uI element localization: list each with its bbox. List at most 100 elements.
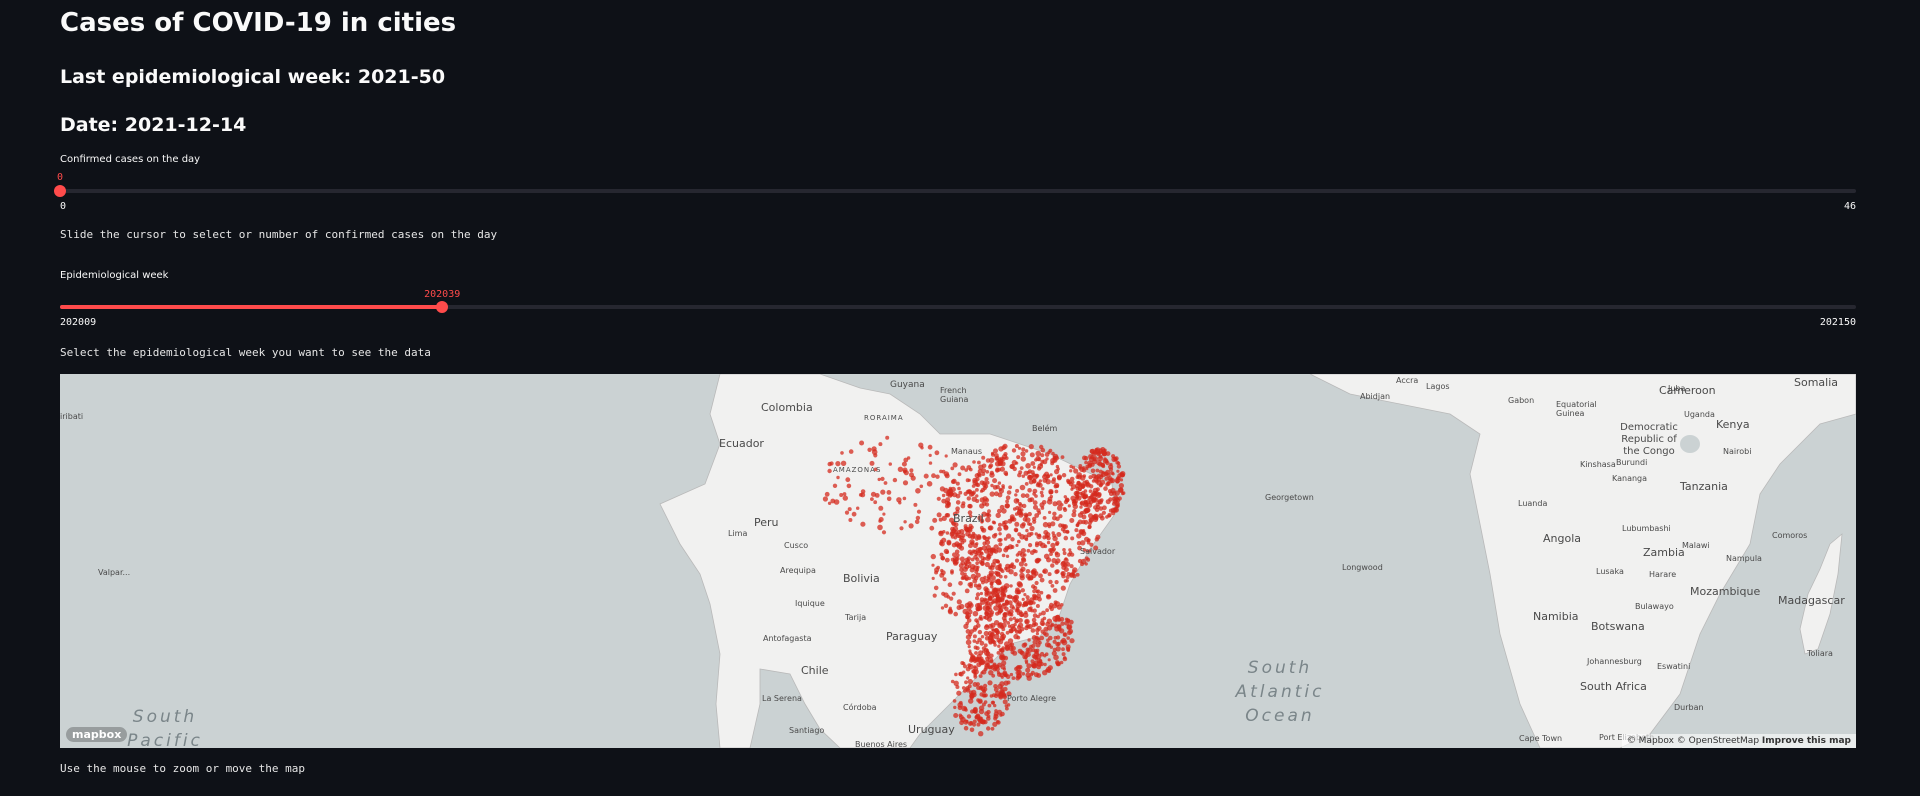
case-dot[interactable] [989,565,995,571]
case-dot[interactable] [1095,534,1101,540]
case-dot[interactable] [871,446,877,452]
case-dot[interactable] [919,484,924,489]
case-dot[interactable] [1107,514,1111,518]
case-dot[interactable] [1076,480,1081,485]
case-dot[interactable] [969,727,975,733]
improve-map-link[interactable]: Improve this map [1762,736,1851,746]
case-dot[interactable] [915,515,921,521]
case-dot[interactable] [1023,654,1028,660]
case-dot[interactable] [1016,455,1021,460]
case-dot[interactable] [1079,500,1086,506]
case-dot[interactable] [1031,617,1037,623]
case-dot[interactable] [990,580,995,584]
case-dot[interactable] [1045,594,1052,600]
case-dot[interactable] [972,658,978,664]
map-canvas[interactable]: Colombia Ecuador Peru Bolivia Brazil Par… [60,374,1856,748]
case-dot[interactable] [1054,482,1060,488]
case-dot[interactable] [964,588,970,594]
case-dot[interactable] [848,449,854,454]
case-dot[interactable] [926,481,933,487]
case-dot[interactable] [1041,487,1045,491]
case-dot[interactable] [1067,480,1072,485]
case-dot[interactable] [1050,542,1056,548]
case-dot[interactable] [972,477,978,484]
case-dot[interactable] [979,597,985,602]
case-dot[interactable] [1112,507,1118,513]
case-dot[interactable] [1021,642,1027,648]
case-dot[interactable] [996,651,1001,655]
case-dot[interactable] [1055,464,1060,469]
case-dot[interactable] [1006,546,1010,550]
case-dot[interactable] [984,502,990,507]
case-dot[interactable] [910,475,916,481]
case-dot[interactable] [1032,474,1038,480]
case-dot[interactable] [978,554,982,558]
case-dot[interactable] [859,440,865,446]
case-dot[interactable] [1063,535,1069,541]
case-dot[interactable] [1115,501,1120,507]
case-dot[interactable] [1034,458,1038,462]
case-dot[interactable] [1039,490,1044,495]
case-dot[interactable] [902,480,909,486]
case-dot[interactable] [1056,532,1062,537]
case-dot[interactable] [1034,494,1038,498]
case-dot[interactable] [1008,617,1013,622]
case-dot[interactable] [1055,516,1060,522]
case-dot[interactable] [1036,625,1042,631]
case-dot[interactable] [827,501,832,505]
case-dot[interactable] [983,647,989,652]
case-dot[interactable] [1079,505,1083,509]
case-dot[interactable] [873,500,878,505]
case-dot[interactable] [931,473,936,479]
case-dot[interactable] [1054,614,1061,621]
case-dot[interactable] [970,534,976,540]
case-dot[interactable] [949,491,954,497]
case-dot[interactable] [941,591,946,596]
case-dot[interactable] [991,520,996,524]
case-dot[interactable] [1101,450,1108,457]
case-dot[interactable] [1019,626,1025,632]
case-dot[interactable] [886,496,892,502]
case-dot[interactable] [989,694,994,698]
case-dot[interactable] [1054,580,1059,585]
case-dot[interactable] [1015,543,1019,547]
case-dot[interactable] [1060,455,1065,459]
case-dot[interactable] [1042,631,1047,636]
case-dot[interactable] [892,477,898,483]
case-dot[interactable] [840,451,844,455]
case-dot[interactable] [844,510,850,515]
case-dot[interactable] [998,488,1005,494]
case-dot[interactable] [1025,569,1031,574]
case-dot[interactable] [975,572,981,578]
case-dot[interactable] [870,497,874,501]
case-dot[interactable] [1061,652,1066,657]
case-dot[interactable] [1051,531,1055,535]
case-dot[interactable] [1105,469,1111,475]
case-dot[interactable] [1025,647,1030,652]
case-dot[interactable] [1019,523,1026,529]
case-dot[interactable] [1000,585,1007,591]
case-dot[interactable] [1010,645,1016,651]
case-dot[interactable] [979,591,984,596]
case-dot[interactable] [972,543,978,549]
case-dot[interactable] [988,623,993,629]
case-dot[interactable] [945,550,950,554]
case-dot[interactable] [1096,492,1102,499]
case-dot[interactable] [939,486,946,492]
case-dot[interactable] [1027,576,1032,581]
case-dot[interactable] [1030,461,1036,466]
case-dot[interactable] [1044,452,1050,457]
case-dot[interactable] [1088,454,1093,459]
case-dot[interactable] [1080,562,1084,567]
case-dot[interactable] [1032,654,1038,660]
case-dot[interactable] [975,561,979,565]
case-dot[interactable] [975,592,981,597]
case-dot[interactable] [985,458,991,463]
case-dot[interactable] [967,645,971,649]
case-dot[interactable] [1093,514,1098,519]
case-dot[interactable] [1086,557,1091,562]
case-dot[interactable] [979,525,984,530]
case-dot[interactable] [982,605,989,611]
case-dot[interactable] [1055,642,1060,647]
case-dot[interactable] [976,662,982,668]
